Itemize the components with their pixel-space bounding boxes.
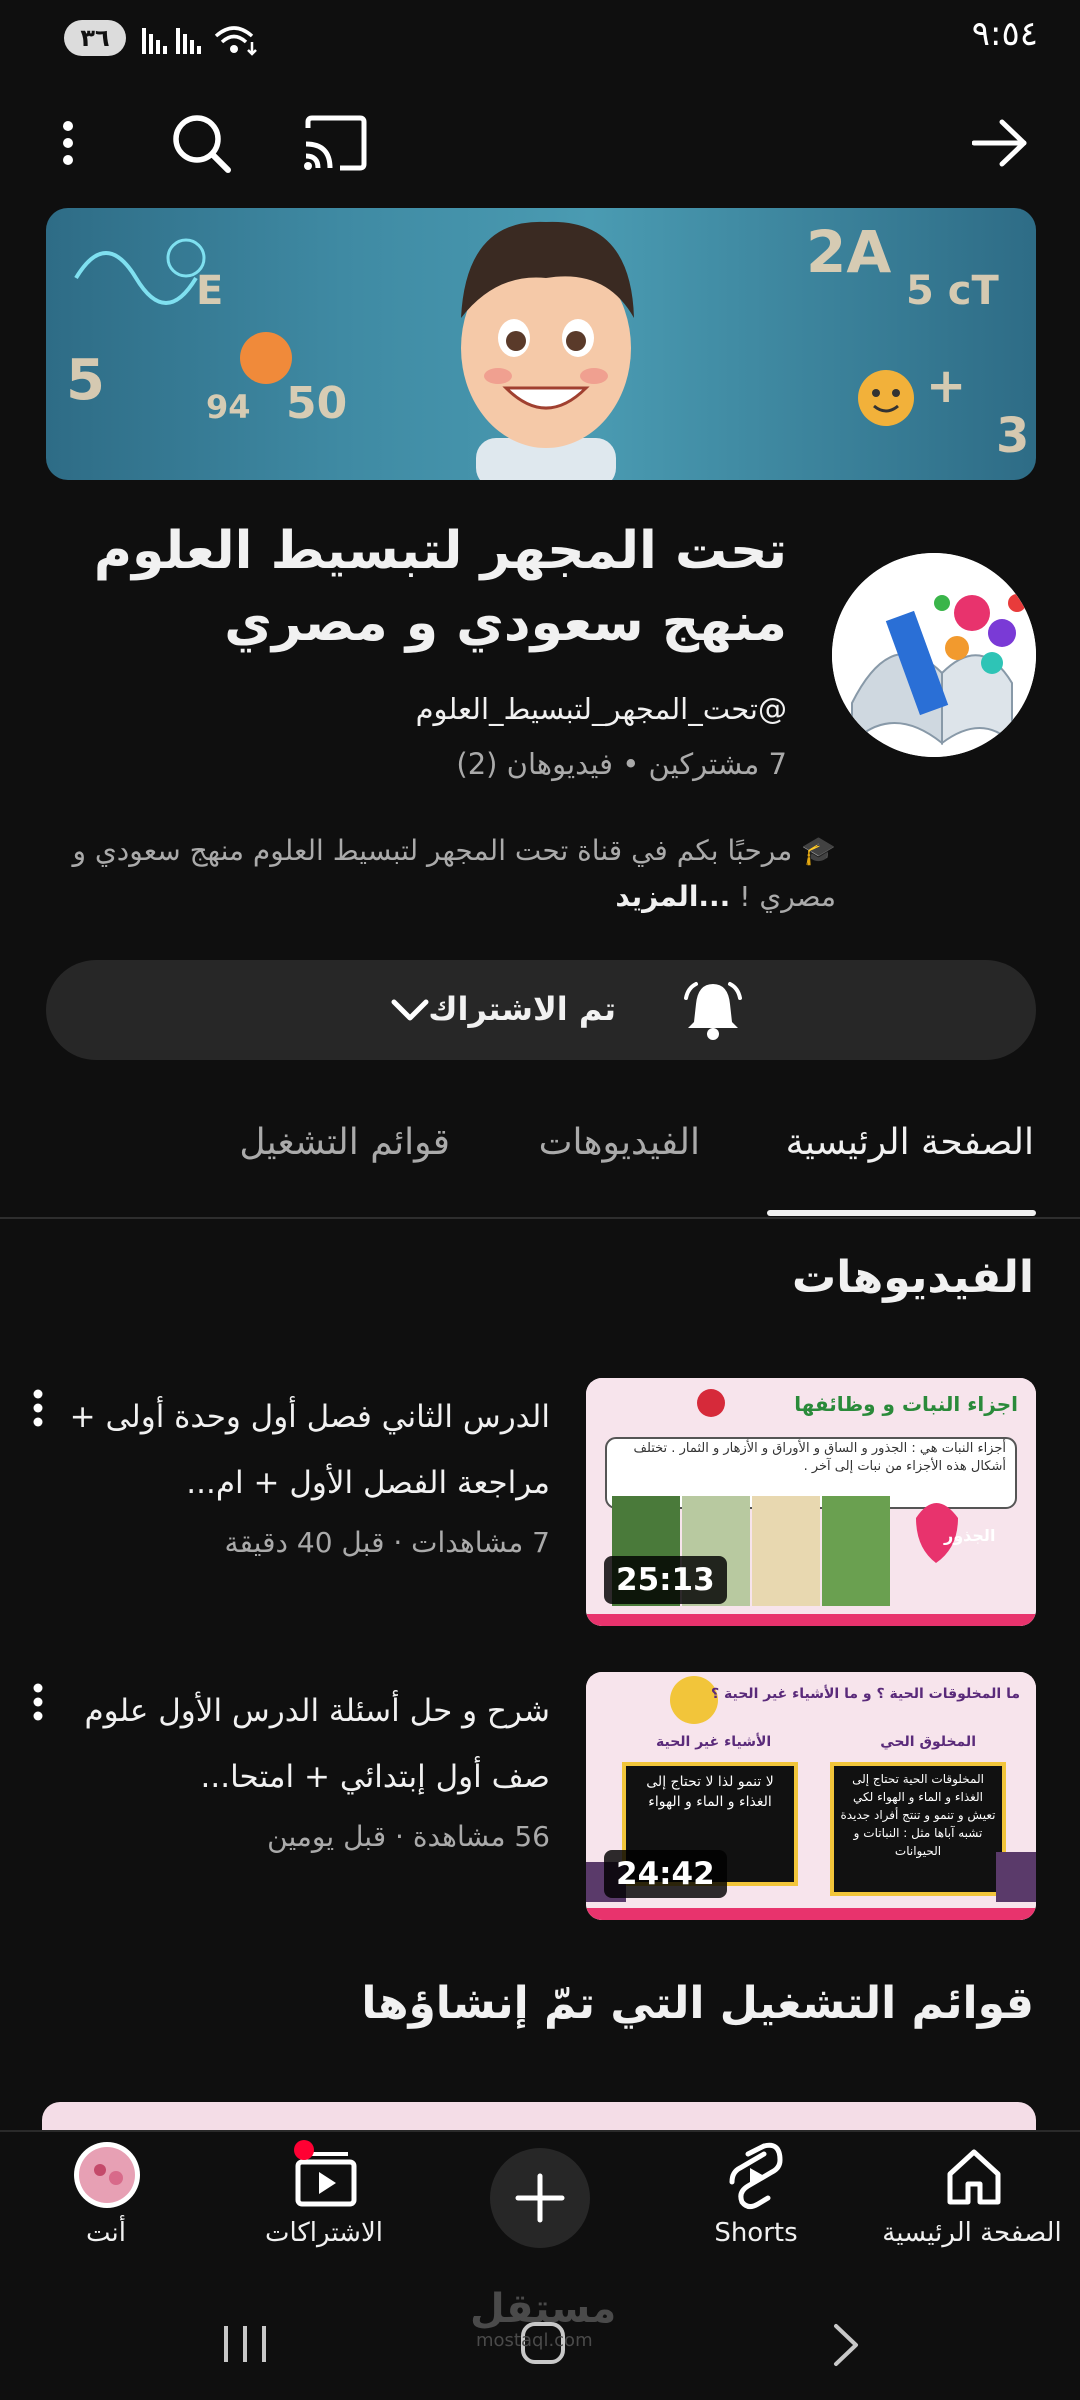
thumbnail-right-label: المخلوق الحي — [880, 1734, 976, 1750]
plus-icon — [515, 2173, 565, 2223]
ball-doodle — [240, 332, 292, 384]
nav-subscriptions-label: الاشتراكات — [264, 2218, 384, 2248]
tab-playlists[interactable]: قوائم التشغيل — [239, 1122, 450, 1163]
tab-home[interactable]: الصفحة الرئيسية — [786, 1122, 1034, 1163]
video-thumbnail[interactable]: اجزاء النبات و وظائفها أجزاء النبات هي :… — [586, 1378, 1036, 1626]
thumbnail-heading: اجزاء النبات و وظائفها — [794, 1392, 1018, 1416]
watermark-sub: mostaql.com — [476, 2330, 593, 2351]
nav-shorts[interactable]: Shorts — [656, 2132, 856, 2282]
sun-doodle — [858, 370, 914, 426]
back-nav-icon[interactable] — [830, 2322, 862, 2368]
channel-title-line2: منهج سعودي و مصري — [224, 593, 787, 653]
banner-doodle — [74, 238, 206, 305]
nav-you[interactable]: أنت — [6, 2132, 206, 2282]
avatar — [74, 2142, 140, 2208]
video-more-icon[interactable] — [26, 1680, 50, 1730]
shorts-icon — [729, 2142, 783, 2210]
video-meta: 56 مشاهدة · قبل يومين — [267, 1820, 550, 1853]
recent-apps-icon[interactable] — [220, 2322, 270, 2366]
tab-videos[interactable]: الفيديوهات — [539, 1122, 700, 1163]
clock: ٩:٥٤ — [971, 14, 1038, 54]
nav-home-label: الصفحة الرئيسية — [882, 2218, 1062, 2248]
channel-title: تحت المجهر لتبسيط العلوم منهج سعودي و مص… — [87, 515, 787, 659]
video-item[interactable]: ما المخلوقات الحية ؟ و ما الأشياء غير ال… — [0, 1672, 1080, 1932]
videos-section-heading: الفيديوهات — [792, 1252, 1034, 1303]
tab-divider — [0, 1217, 1080, 1219]
channel-stats: 7 مشتركين • فيديوهان (2) — [456, 747, 787, 781]
video-item[interactable]: اجزاء النبات و وظائفها أجزاء النبات هي :… — [0, 1378, 1080, 1638]
video-meta: 7 مشاهدات · قبل 40 دقيقة — [224, 1526, 550, 1559]
channel-avatar[interactable] — [832, 553, 1036, 757]
active-tab-indicator — [767, 1210, 1036, 1216]
bell-icon — [684, 982, 742, 1040]
nav-you-label: أنت — [86, 2218, 126, 2248]
bottom-navigation: الصفحة الرئيسية Shorts الاشتراكات أنت — [0, 2130, 1080, 2280]
cast-icon[interactable] — [302, 114, 370, 172]
video-thumbnail[interactable]: ما المخلوقات الحية ؟ و ما الأشياء غير ال… — [586, 1672, 1036, 1920]
subscriptions-icon — [294, 2140, 357, 2207]
video-more-icon[interactable] — [26, 1386, 50, 1436]
channel-title-line1: تحت المجهر لتبسيط العلوم — [93, 521, 787, 581]
boy-illustration — [461, 221, 634, 480]
thumbnail-left-label: الأشياء غير الحية — [656, 1734, 772, 1750]
video-duration: 24:42 — [604, 1850, 727, 1898]
channel-avatar-image — [832, 553, 1036, 757]
subscribed-button[interactable]: تم الاشتراك — [46, 960, 1036, 1060]
nav-subscriptions[interactable]: الاشتراكات — [224, 2132, 424, 2282]
nav-shorts-label: Shorts — [714, 2218, 798, 2248]
channel-banner: 5 E 50 94 2A 5 cT + 3 — [46, 208, 1036, 480]
nav-home[interactable]: الصفحة الرئيسية — [872, 2132, 1072, 2282]
channel-description[interactable]: 🎓 مرحبًا بكم في قناة تحت المجهر لتبسيط ا… — [36, 828, 836, 920]
thumbnail-text: أجزاء النبات هي : الجذور و الساق و الأور… — [633, 1441, 1006, 1474]
playlists-section-heading: قوائم التشغيل التي تمّ إنشاؤها — [361, 1978, 1034, 2029]
video-duration: 25:13 — [604, 1556, 727, 1604]
thumbnail-left-box: لا تنمو لذا لا تحتاج إلى الغذاء و الماء … — [646, 1774, 774, 1810]
signal-wifi-icon — [142, 26, 257, 56]
search-icon[interactable] — [170, 112, 232, 174]
subscribed-label: تم الاشتراك — [428, 990, 616, 1028]
home-icon — [947, 2149, 1001, 2205]
thumbnail-badge: الجذور — [944, 1526, 996, 1545]
create-button[interactable] — [490, 2148, 590, 2248]
thumbnail-heading: ما المخلوقات الحية ؟ و ما الأشياء غير ال… — [711, 1686, 1020, 1702]
more-link[interactable]: ...المزيد — [615, 880, 730, 913]
top-app-bar — [0, 100, 1080, 190]
video-title[interactable]: شرح و حل أسئلة الدرس الأول علوم صف أول إ… — [50, 1678, 550, 1810]
chevron-down-icon — [391, 999, 429, 1021]
back-arrow-icon[interactable] — [972, 118, 1028, 168]
thumbnail-right-box: المخلوقات الحية تحتاج إلى الغذاء و الماء… — [840, 1772, 996, 1858]
more-vert-icon[interactable] — [56, 118, 80, 168]
video-title[interactable]: الدرس الثاني فصل أول وحدة أولى + مراجعة … — [50, 1384, 550, 1516]
watermark: مستقل — [470, 2286, 617, 2332]
status-bar: ٣٦ ٩:٥٤ — [0, 0, 1080, 80]
channel-handle[interactable]: @تحت_المجهر_لتبسيط_العلوم — [416, 692, 787, 726]
battery-indicator: ٣٦ — [64, 20, 126, 56]
